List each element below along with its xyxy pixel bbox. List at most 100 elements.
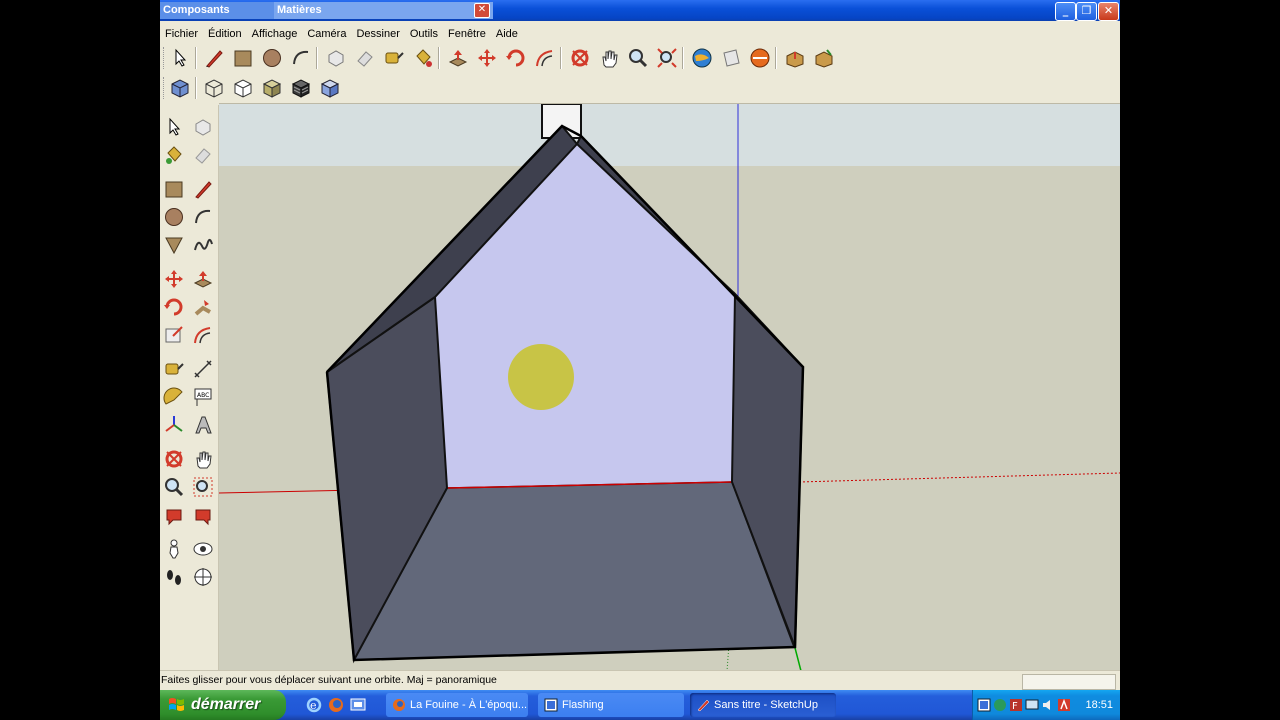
firefox-icon[interactable]	[328, 697, 344, 713]
task-la-fouine[interactable]: La Fouine - À L'époqu...	[386, 693, 528, 717]
menu-fenetre[interactable]: Fenêtre	[443, 24, 491, 44]
3d-text-icon[interactable]	[192, 414, 214, 436]
shaded-textures-view-icon[interactable]	[290, 77, 312, 99]
tape-measure-icon[interactable]	[383, 47, 405, 69]
tray-flash-icon[interactable]: F	[1009, 698, 1023, 712]
shaded-view-icon[interactable]	[261, 77, 283, 99]
make-component-icon[interactable]	[325, 47, 347, 69]
zoom-tool-icon[interactable]	[163, 476, 185, 498]
menu-camera[interactable]: Caméra	[302, 24, 351, 44]
push-pull-icon[interactable]	[192, 268, 214, 290]
toolbar-grip[interactable]	[163, 77, 167, 99]
close-tray-icon[interactable]: ✕	[474, 3, 490, 18]
monochrome-view-icon[interactable]	[319, 77, 341, 99]
position-camera-icon[interactable]	[163, 538, 185, 560]
scale-tool-icon[interactable]	[163, 324, 185, 346]
polygon-tool-icon[interactable]	[163, 234, 185, 256]
line-tool-icon[interactable]	[192, 178, 214, 200]
menu-dessiner[interactable]: Dessiner	[351, 24, 404, 44]
get-components-icon[interactable]	[813, 47, 835, 69]
svg-text:e: e	[310, 699, 317, 712]
menu-aide[interactable]: Aide	[491, 24, 523, 44]
rectangle-tool-icon[interactable]	[232, 47, 254, 69]
next-view-icon[interactable]	[192, 504, 214, 526]
restore-button[interactable]: ❐	[1076, 2, 1097, 21]
orbit-tool-icon[interactable]	[163, 448, 185, 470]
close-button[interactable]: ✕	[1098, 2, 1119, 21]
axes-tool-icon[interactable]	[163, 414, 185, 436]
tape-measure-icon[interactable]	[163, 358, 185, 380]
walk-tool-icon[interactable]	[163, 566, 185, 588]
text-tool-icon[interactable]: ABC	[192, 386, 214, 408]
task-sketchup[interactable]: Sans titre - SketchUp	[690, 693, 836, 717]
offset-tool-icon[interactable]	[192, 324, 214, 346]
circle-tool-icon[interactable]	[261, 47, 283, 69]
move-tool-icon[interactable]	[163, 268, 185, 290]
push-pull-icon[interactable]	[447, 47, 469, 69]
follow-me-icon[interactable]	[192, 296, 214, 318]
arc-tool-icon[interactable]	[290, 47, 312, 69]
share-component-icon[interactable]	[784, 47, 806, 69]
drawing-viewport[interactable]	[219, 103, 1120, 671]
measurements-box[interactable]	[1022, 674, 1116, 690]
get-models-icon[interactable]	[749, 47, 771, 69]
previous-view-icon[interactable]	[163, 504, 185, 526]
place-model-icon[interactable]	[720, 47, 742, 69]
tray-volume-icon[interactable]	[1041, 698, 1055, 712]
3d-scene[interactable]	[219, 104, 1120, 671]
xray-view-icon[interactable]	[169, 77, 191, 99]
menu-fichier[interactable]: Fichier	[160, 24, 203, 44]
zoom-tool-icon[interactable]	[627, 47, 649, 69]
eraser-tool-icon[interactable]	[192, 144, 214, 166]
svg-text:F: F	[1012, 701, 1018, 712]
task-flashing[interactable]: Flashing	[538, 693, 684, 717]
toolbar-separator	[195, 77, 197, 99]
menu-edition[interactable]: Édition	[203, 24, 247, 44]
move-tool-icon[interactable]	[476, 47, 498, 69]
arc-tool-icon[interactable]	[192, 206, 214, 228]
clock[interactable]: 18:51	[1085, 690, 1113, 720]
start-button[interactable]: démarrer	[160, 690, 286, 720]
show-desktop-icon[interactable]	[350, 697, 366, 713]
windows-taskbar: démarrer e La Fouine - À L'époqu... Flas…	[160, 690, 1120, 720]
sky	[219, 104, 1120, 166]
section-plane-icon[interactable]	[192, 566, 214, 588]
freehand-tool-icon[interactable]	[192, 234, 214, 256]
pan-tool-icon[interactable]	[192, 448, 214, 470]
wireframe-view-icon[interactable]	[203, 77, 225, 99]
make-component-icon[interactable]	[192, 116, 214, 138]
circle-tool-icon[interactable]	[163, 206, 185, 228]
hidden-line-view-icon[interactable]	[232, 77, 254, 99]
firefox-icon	[393, 699, 405, 711]
internet-explorer-icon[interactable]: e	[306, 697, 322, 713]
tray-network-icon[interactable]	[993, 698, 1007, 712]
get-current-view-icon[interactable]	[691, 47, 713, 69]
offset-tool-icon[interactable]	[534, 47, 556, 69]
zoom-extents-icon[interactable]	[656, 47, 678, 69]
look-around-icon[interactable]	[192, 538, 214, 560]
tray-antivirus-icon[interactable]	[1057, 698, 1071, 712]
tray-app-icon[interactable]	[977, 698, 991, 712]
tab-components[interactable]: Composants	[160, 2, 275, 19]
line-tool-icon[interactable]	[203, 47, 225, 69]
tab-materials[interactable]: Matières	[274, 2, 493, 19]
orbit-tool-icon[interactable]	[569, 47, 591, 69]
paint-bucket-icon[interactable]	[163, 144, 185, 166]
dimension-tool-icon[interactable]	[192, 358, 214, 380]
select-tool-icon[interactable]	[163, 116, 185, 138]
minimize-button[interactable]: _	[1055, 2, 1076, 21]
pan-tool-icon[interactable]	[598, 47, 620, 69]
tray-display-icon[interactable]	[1025, 698, 1039, 712]
select-tool-icon[interactable]	[169, 47, 191, 69]
toolbar-grip[interactable]	[163, 47, 167, 69]
toolbar-separator	[682, 47, 684, 69]
rotate-tool-icon[interactable]	[505, 47, 527, 69]
paint-bucket-icon[interactable]	[412, 47, 434, 69]
eraser-tool-icon[interactable]	[354, 47, 376, 69]
zoom-window-icon[interactable]	[192, 476, 214, 498]
menu-outils[interactable]: Outils	[405, 24, 443, 44]
rectangle-tool-icon[interactable]	[163, 178, 185, 200]
rotate-tool-icon[interactable]	[163, 296, 185, 318]
menu-affichage[interactable]: Affichage	[247, 24, 303, 44]
protractor-icon[interactable]	[163, 386, 185, 408]
